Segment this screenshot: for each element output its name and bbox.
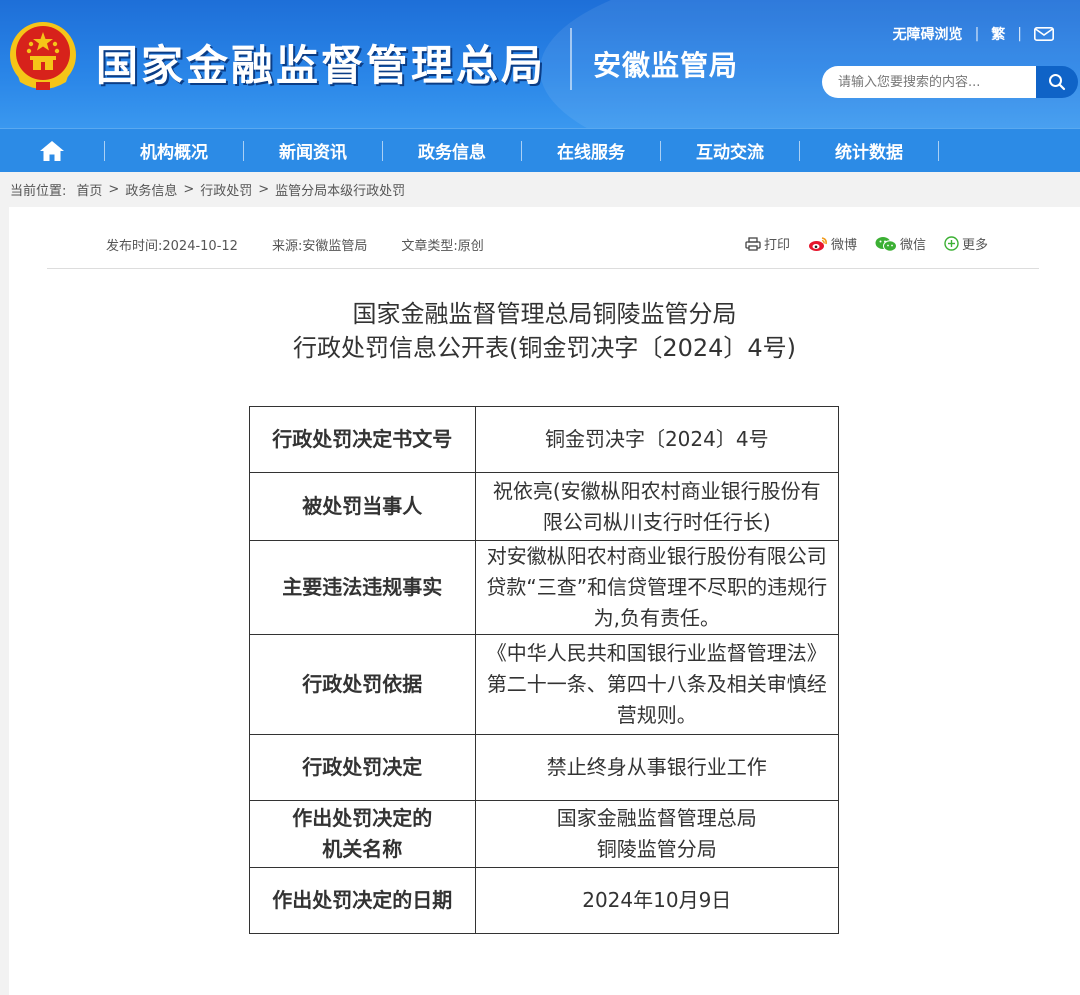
nav-item-about[interactable]: 机构概况 (105, 129, 243, 172)
row-value: 铜金罚决字〔2024〕4号 (474, 406, 840, 473)
document-title-line2: 行政处罚信息公开表(铜金罚决字〔2024〕4号) (292, 334, 797, 362)
print-button[interactable]: 打印 (745, 234, 790, 253)
table-row: 行政处罚决定书文号 铜金罚决字〔2024〕4号 (249, 406, 840, 473)
row-value: 禁止终身从事银行业工作 (474, 734, 840, 801)
row-value: 祝依亮(安徽枞阳农村商业银行股份有限公司枞川支行时任行长) (474, 472, 840, 541)
breadcrumb-separator: > (183, 181, 195, 197)
row-value: 国家金融监督管理总局 铜陵监管分局 (474, 800, 840, 868)
row-label: 行政处罚决定书文号 (249, 406, 476, 473)
wechat-label: 微信 (899, 238, 926, 253)
share-toolbar: 打印 微博 微信 更多 (745, 234, 988, 253)
row-label: 作出处罚决定的 机关名称 (249, 800, 476, 868)
penalty-info-table: 行政处罚决定书文号 铜金罚决字〔2024〕4号 被处罚当事人 祝依亮(安徽枞阳农… (249, 406, 840, 934)
search-icon (1049, 74, 1066, 91)
row-label: 行政处罚决定 (249, 734, 476, 801)
sub-site-title[interactable]: 安徽监管局 (593, 44, 738, 84)
nav-item-interaction[interactable]: 互动交流 (661, 129, 799, 172)
link-separator: | (974, 26, 980, 42)
row-label-line1: 作出处罚决定的 (292, 806, 433, 830)
printer-icon (745, 236, 761, 251)
weibo-share-button[interactable]: 微博 (808, 234, 857, 253)
row-value: 《中华人民共和国银行业监督管理法》第二十一条、第四十八条及相关审慎经营规则。 (474, 634, 840, 735)
article-source: 来源:安徽监管局 (271, 239, 368, 254)
nav-item-online-service[interactable]: 在线服务 (522, 129, 660, 172)
row-value: 对安徽枞阳农村商业银行股份有限公司贷款“三查”和信贷管理不尽职的违规行为,负有责… (474, 540, 840, 635)
article-type: 文章类型:原创 (401, 239, 484, 254)
breadcrumb-label: 当前位置: (10, 183, 67, 199)
table-row: 行政处罚决定 禁止终身从事银行业工作 (249, 734, 840, 801)
breadcrumb: 当前位置: 首页 > 政务信息 > 行政处罚 > 监管分局本级行政处罚 (0, 172, 1080, 206)
nav-separator (938, 140, 939, 161)
publish-time: 发布时间:2024-10-12 (106, 239, 238, 254)
table-row: 作出处罚决定的日期 2024年10月9日 (249, 867, 840, 934)
nav-item-government-info[interactable]: 政务信息 (383, 129, 521, 172)
accessibility-link[interactable]: 无障碍浏览 (893, 24, 963, 44)
nav-item-statistics[interactable]: 统计数据 (800, 129, 938, 172)
table-row: 作出处罚决定的 机关名称 国家金融监督管理总局 铜陵监管分局 (249, 800, 840, 868)
table-row: 主要违法违规事实 对安徽枞阳农村商业银行股份有限公司贷款“三查”和信贷管理不尽职… (249, 540, 840, 635)
row-value: 2024年10月9日 (474, 867, 840, 934)
nav-item-news[interactable]: 新闻资讯 (244, 129, 382, 172)
document-title: 国家金融监督管理总局铜陵监管分局 行政处罚信息公开表(铜金罚决字〔2024〕4号… (9, 297, 1080, 365)
table-row: 行政处罚依据 《中华人民共和国银行业监督管理法》第二十一条、第四十八条及相关审慎… (249, 634, 840, 735)
search-button[interactable] (1036, 66, 1078, 98)
title-divider (570, 28, 572, 90)
home-icon (40, 140, 64, 161)
search-box (822, 66, 1078, 98)
wechat-icon (875, 236, 897, 252)
more-share-button[interactable]: 更多 (944, 234, 988, 253)
top-links: 无障碍浏览 | 繁 | (893, 24, 1054, 44)
row-value-line2: 铜陵监管分局 (596, 837, 717, 861)
nav-home[interactable] (0, 129, 104, 172)
search-input[interactable] (822, 66, 1036, 98)
site-title[interactable]: 国家金融监督管理总局 (96, 32, 546, 93)
plus-circle-icon (944, 236, 959, 251)
row-label: 被处罚当事人 (249, 472, 476, 541)
more-label: 更多 (961, 238, 988, 253)
breadcrumb-separator: > (258, 181, 270, 197)
breadcrumb-current[interactable]: 监管分局本级行政处罚 (275, 180, 405, 199)
traditional-chinese-link[interactable]: 繁 (991, 24, 1005, 44)
row-label: 主要违法违规事实 (249, 540, 476, 635)
wechat-share-button[interactable]: 微信 (875, 234, 926, 253)
meta-divider (47, 268, 1039, 269)
breadcrumb-penalty[interactable]: 行政处罚 (200, 180, 252, 199)
row-value-line1: 国家金融监督管理总局 (556, 806, 757, 830)
weibo-label: 微博 (830, 238, 857, 253)
national-emblem-icon[interactable] (8, 20, 78, 92)
document-title-line1: 国家金融监督管理总局铜陵监管分局 (352, 300, 737, 328)
breadcrumb-government-info[interactable]: 政务信息 (125, 180, 177, 199)
article-meta: 发布时间:2024-10-12 来源:安徽监管局 文章类型:原创 (106, 235, 484, 254)
main-nav: 机构概况 新闻资讯 政务信息 在线服务 互动交流 统计数据 (0, 128, 1080, 172)
print-label: 打印 (763, 238, 790, 253)
article-panel: 发布时间:2024-10-12 来源:安徽监管局 文章类型:原创 打印 微博 微… (9, 207, 1080, 995)
mail-icon[interactable] (1034, 27, 1054, 41)
row-label: 作出处罚决定的日期 (249, 867, 476, 934)
row-label-line2: 机关名称 (322, 837, 403, 861)
row-label: 行政处罚依据 (249, 634, 476, 735)
link-separator: | (1017, 26, 1022, 42)
table-row: 被处罚当事人 祝依亮(安徽枞阳农村商业银行股份有限公司枞川支行时任行长) (249, 472, 840, 541)
breadcrumb-home[interactable]: 首页 (76, 180, 102, 199)
breadcrumb-separator: > (108, 181, 120, 197)
site-header: 国家金融监督管理总局 安徽监管局 无障碍浏览 | 繁 | (0, 0, 1080, 128)
weibo-icon (808, 236, 827, 251)
